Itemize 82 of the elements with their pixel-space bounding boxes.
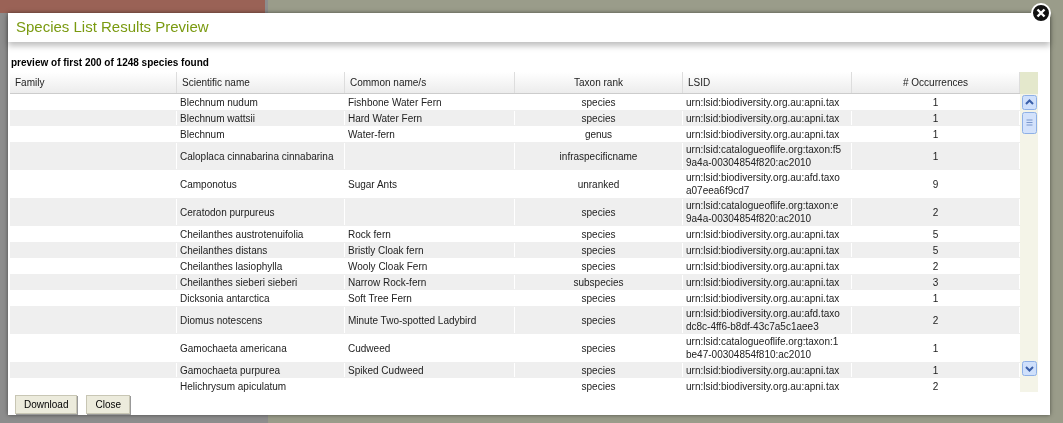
common-name-cell: Water-fern xyxy=(348,127,395,141)
download-button[interactable]: Download xyxy=(15,395,78,414)
occurrences-cell: 2 xyxy=(932,379,939,393)
common-name-cell: Wooly Cloak Fern xyxy=(348,259,428,273)
lsid-cell: urn:lsid:biodiversity.org.au:apni.tax xyxy=(686,111,840,125)
taxon-rank-cell: unranked xyxy=(577,177,620,191)
taxon-rank-cell: genus xyxy=(584,127,613,141)
common-name-cell: Narrow Rock-fern xyxy=(348,275,427,289)
column-header[interactable]: LSID xyxy=(688,75,711,90)
occurrences-cell: 1 xyxy=(932,149,939,163)
common-name-cell: Sugar Ants xyxy=(348,177,397,191)
occurrences-cell: 1 xyxy=(932,363,939,377)
taxon-rank-cell: species xyxy=(581,111,616,125)
common-name-cell: Cudweed xyxy=(348,341,391,355)
scientific-name-cell: Helichrysum apiculatum xyxy=(180,379,287,393)
common-name-cell: Spiked Cudweed xyxy=(348,363,424,377)
scientific-name-cell: Blechnum nudum xyxy=(180,95,258,109)
lsid-cell: urn:lsid:biodiversity.org.au:apni.tax xyxy=(686,227,840,241)
lsid-cell: urn:lsid:biodiversity.org.au:apni.tax xyxy=(686,291,840,305)
lsid-cell: urn:lsid:biodiversity.org.au:apni.tax xyxy=(686,379,840,393)
common-name-cell: Fishbone Water Fern xyxy=(348,95,442,109)
occurrences-cell: 2 xyxy=(932,205,939,219)
occurrences-cell: 2 xyxy=(932,259,939,273)
scientific-name-cell: Ceratodon purpureus xyxy=(180,205,275,219)
dialog-title: Species List Results Preview xyxy=(16,17,209,38)
scientific-name-cell: Caloplaca cinnabarina cinnabarina xyxy=(180,149,334,163)
occurrences-cell: 2 xyxy=(932,313,939,327)
scientific-name-cell: Cheilanthes sieberi sieberi xyxy=(180,275,298,289)
occurrences-cell: 5 xyxy=(932,227,939,241)
occurrences-cell: 1 xyxy=(932,111,939,125)
taxon-rank-cell: species xyxy=(581,291,616,305)
occurrences-cell: 1 xyxy=(932,127,939,141)
lsid-cell: urn:lsid:biodiversity.org.au:apni.tax xyxy=(686,275,840,289)
scientific-name-cell: Cheilanthes austrotenuifolia xyxy=(180,227,304,241)
occurrences-cell: 3 xyxy=(932,275,939,289)
column-header[interactable]: Common name/s xyxy=(350,75,427,90)
scrollbar[interactable] xyxy=(1020,72,1038,392)
taxon-rank-cell: subspecies xyxy=(573,275,624,289)
common-name-cell: Minute Two-spotted Ladybird xyxy=(348,313,477,327)
scientific-name-cell: Diomus notescens xyxy=(180,313,263,327)
column-header[interactable]: Family xyxy=(15,75,45,90)
taxon-rank-cell: species xyxy=(581,205,616,219)
scroll-up-icon[interactable] xyxy=(1021,95,1037,110)
lsid-cell: urn:lsid:biodiversity.org.au:apni.tax xyxy=(686,259,840,273)
scientific-name-cell: Blechnum wattsii xyxy=(180,111,256,125)
scientific-name-cell: Cheilanthes distans xyxy=(180,243,268,257)
scientific-name-cell: Gamochaeta purpurea xyxy=(180,363,281,377)
scroll-thumb-icon[interactable] xyxy=(1021,112,1037,134)
taxon-rank-cell: species xyxy=(581,95,616,109)
taxon-rank-cell: species xyxy=(581,259,616,273)
results-summary: preview of first 200 of 1248 species found xyxy=(11,57,209,68)
scrollbar-corner xyxy=(1020,72,1038,94)
scroll-down-icon[interactable] xyxy=(1021,361,1037,376)
lsid-cell: urn:lsid:biodiversity.org.au:apni.tax xyxy=(686,363,840,377)
taxon-rank-cell: species xyxy=(581,363,616,377)
common-name-cell: Soft Tree Fern xyxy=(348,291,412,305)
taxon-rank-cell: infraspecificname xyxy=(559,149,638,163)
occurrences-cell: 1 xyxy=(932,341,939,355)
lsid-cell: urn:lsid:biodiversity.org.au:apni.tax xyxy=(686,127,840,141)
lsid-cell: urn:lsid:biodiversity.org.au:apni.tax xyxy=(686,243,840,257)
lsid-cell: urn:lsid:biodiversity.org.au:apni.tax xyxy=(686,95,840,109)
common-name-cell: Hard Water Fern xyxy=(348,111,423,125)
taxon-rank-cell: species xyxy=(581,341,616,355)
scientific-name-cell: Blechnum xyxy=(180,127,225,141)
close-button[interactable]: Close xyxy=(86,395,131,414)
taxon-rank-cell: species xyxy=(581,313,616,327)
scientific-name-cell: Cheilanthes lasiophylla xyxy=(180,259,283,273)
taxon-rank-cell: species xyxy=(581,227,616,241)
scientific-name-cell: Gamochaeta americana xyxy=(180,341,287,355)
occurrences-cell: 1 xyxy=(932,291,939,305)
taxon-rank-cell: species xyxy=(581,243,616,257)
column-header[interactable]: # Occurrences xyxy=(903,75,968,90)
occurrences-cell: 5 xyxy=(932,243,939,257)
scientific-name-cell: Camponotus xyxy=(180,177,237,191)
occurrences-cell: 9 xyxy=(932,177,939,191)
column-header[interactable]: Scientific name xyxy=(182,75,250,90)
scientific-name-cell: Dicksonia antarctica xyxy=(180,291,270,305)
column-header[interactable]: Taxon rank xyxy=(574,75,623,90)
common-name-cell: Bristly Cloak fern xyxy=(348,243,424,257)
common-name-cell: Rock fern xyxy=(348,227,391,241)
taxon-rank-cell: species xyxy=(581,379,616,393)
occurrences-cell: 1 xyxy=(932,95,939,109)
